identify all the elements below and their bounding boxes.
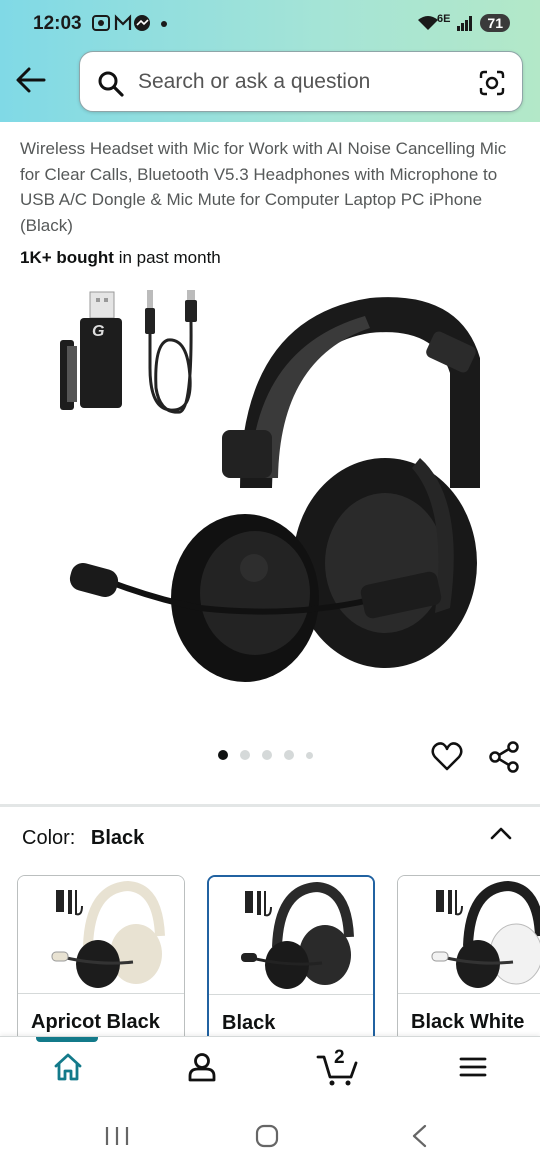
color-option-apricot-black[interactable]: Apricot Black xyxy=(17,875,185,1050)
notification-icons xyxy=(92,13,172,38)
share-icon[interactable] xyxy=(487,740,521,774)
network-label: 6E xyxy=(436,13,451,25)
bought-count: 1K+ bought in past month xyxy=(20,248,221,268)
color-option-black[interactable]: Black xyxy=(207,875,375,1050)
wifi-icon xyxy=(417,16,438,30)
active-tab-indicator xyxy=(36,1037,98,1042)
chevron-up-icon[interactable] xyxy=(489,824,513,842)
app-header: 12:03 6E 71 Search or ask a question xyxy=(0,0,540,122)
back-button[interactable] xyxy=(14,64,50,96)
bottom-navigation: 2 xyxy=(0,1036,540,1106)
carousel-dot-2[interactable] xyxy=(240,750,250,760)
color-label: Color: xyxy=(22,827,76,849)
product-image[interactable]: G xyxy=(40,278,500,718)
carousel-dot-5[interactable] xyxy=(306,751,313,759)
image-carousel-dots[interactable] xyxy=(218,750,313,760)
bought-rest: in past month xyxy=(113,248,221,267)
heart-icon[interactable] xyxy=(430,740,464,774)
status-time: 12:03 xyxy=(33,13,82,34)
cart-count: 2 xyxy=(334,1047,345,1068)
status-right: 6E 71 xyxy=(417,13,510,32)
bought-strong: 1K+ bought xyxy=(20,248,114,267)
color-selected-value: Black xyxy=(90,827,145,849)
status-bar: 12:03 6E 71 xyxy=(0,0,540,50)
account-icon[interactable] xyxy=(186,1051,218,1083)
search-icon xyxy=(98,71,124,97)
swatch-label: Apricot Black xyxy=(31,1011,160,1033)
carousel-dot-4[interactable] xyxy=(284,750,294,760)
color-option-black-white[interactable]: Black White xyxy=(397,875,540,1050)
usb-dongle-image: G xyxy=(60,291,122,410)
charging-cable-image xyxy=(145,290,197,414)
system-back-icon[interactable] xyxy=(408,1124,432,1148)
carousel-dot-3[interactable] xyxy=(262,750,272,760)
camera-scan-icon[interactable] xyxy=(478,69,506,97)
search-bar[interactable]: Search or ask a question xyxy=(79,51,523,112)
signal-icon xyxy=(457,16,473,31)
product-title[interactable]: Wireless Headset with Mic for Work with … xyxy=(20,136,525,238)
system-navigation-bar xyxy=(0,1106,540,1170)
swatch-label: Black White xyxy=(411,1011,525,1033)
back-arrow-icon xyxy=(16,67,46,93)
color-selector-header[interactable]: Color: Black xyxy=(22,827,144,850)
recent-apps-icon[interactable] xyxy=(104,1124,130,1148)
home-button-icon[interactable] xyxy=(255,1124,279,1148)
swatch-label: Black xyxy=(222,1012,276,1034)
battery-indicator: 71 xyxy=(480,14,510,32)
search-input[interactable]: Search or ask a question xyxy=(138,70,370,94)
menu-icon[interactable] xyxy=(457,1051,489,1083)
swatch-image xyxy=(209,877,373,995)
headset-image xyxy=(69,297,480,682)
svg-text:G: G xyxy=(92,323,104,340)
section-divider xyxy=(0,804,540,807)
swatch-image xyxy=(18,876,184,994)
swatch-image xyxy=(398,876,540,994)
carousel-dot-1[interactable] xyxy=(218,750,228,760)
home-icon[interactable] xyxy=(52,1051,84,1083)
